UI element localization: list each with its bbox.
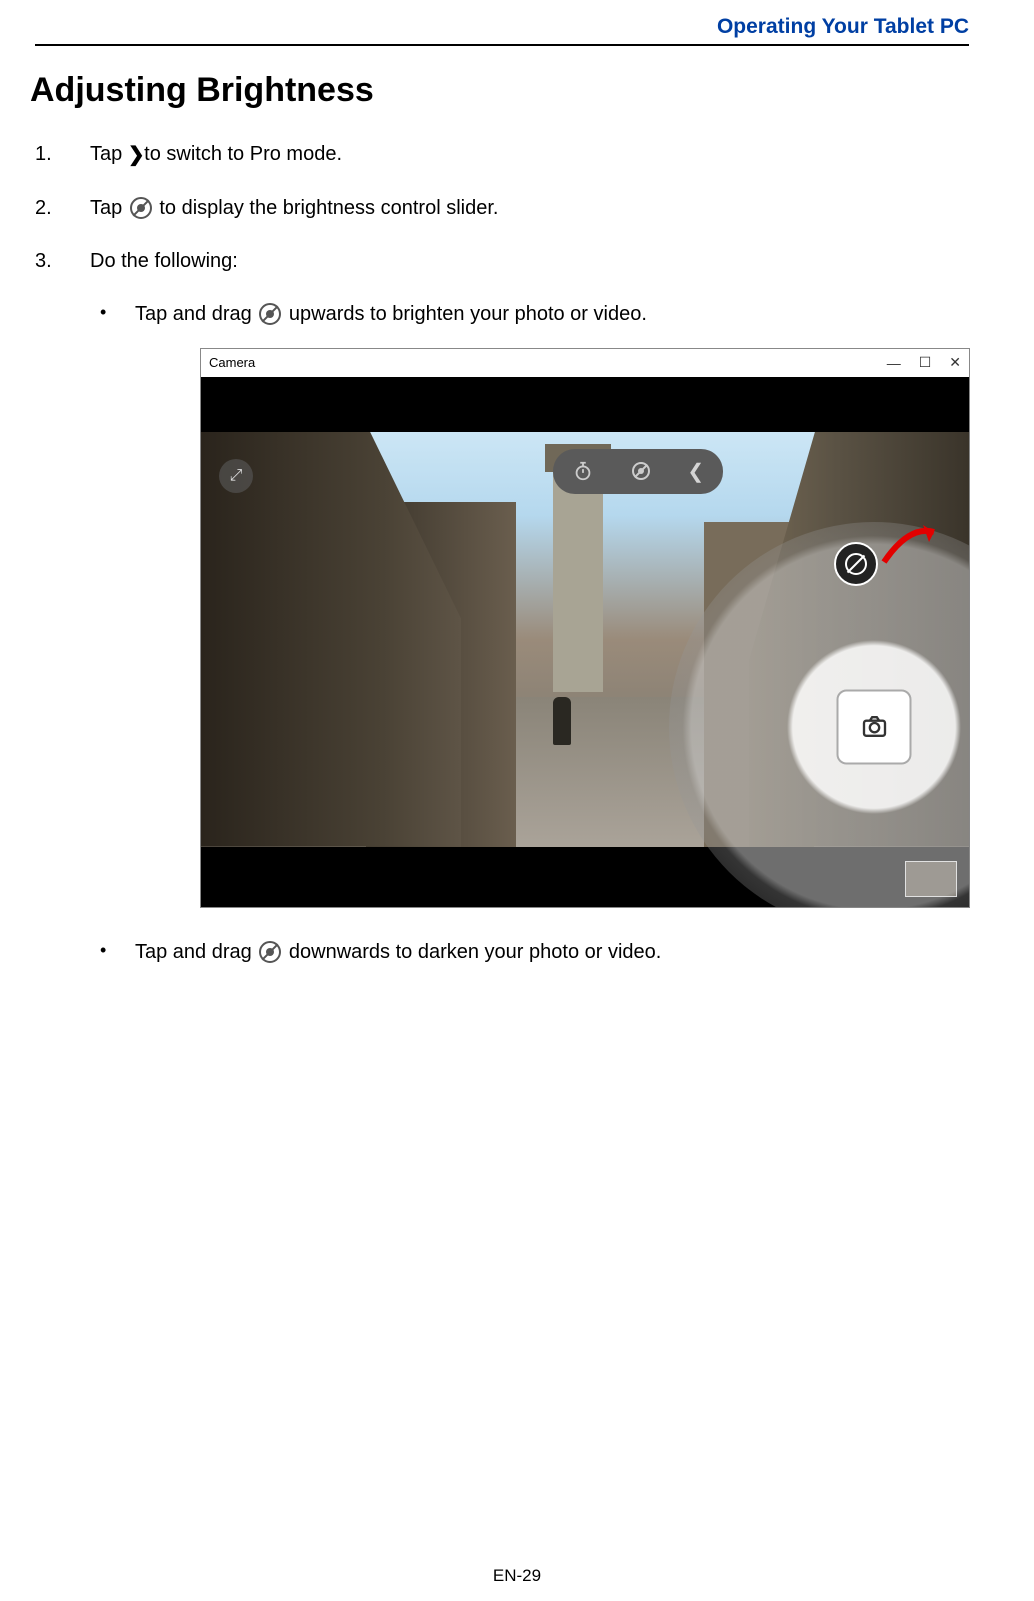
- camera-app-screenshot: Camera — ☐ ✕: [200, 348, 970, 908]
- step-1: 1. Tap ❯ to switch to Pro mode.: [35, 140, 969, 169]
- window-controls: — ☐ ✕: [887, 354, 961, 371]
- step-number: 2.: [35, 194, 90, 222]
- step-number: 1.: [35, 140, 90, 169]
- chevron-right-icon: ❯: [128, 141, 139, 169]
- brightness-control-icon[interactable]: [632, 462, 650, 480]
- step-2: 2. Tap to display the brightness control…: [35, 194, 969, 222]
- brightness-icon: [259, 941, 281, 963]
- step-3: 3. Do the following:: [35, 247, 969, 275]
- camera-viewport: ⤢ ❮: [201, 377, 969, 908]
- shutter-button[interactable]: [837, 689, 912, 764]
- step-text-before: Do the following:: [90, 250, 238, 272]
- bullet-text-before: Tap and drag: [135, 303, 257, 325]
- close-icon[interactable]: ✕: [949, 354, 961, 371]
- step-number: 3.: [35, 247, 90, 275]
- step-text-before: Tap: [90, 143, 128, 165]
- bullet-text-after: upwards to brighten your photo or video.: [283, 303, 647, 325]
- sub-bullet-list: • Tap and drag upwards to brighten your …: [100, 300, 969, 966]
- brightness-icon: [130, 197, 152, 219]
- bullet-marker: •: [100, 938, 135, 966]
- step-text: Do the following:: [90, 247, 969, 275]
- maximize-icon[interactable]: ☐: [919, 354, 932, 371]
- page-header: Operating Your Tablet PC: [35, 15, 969, 46]
- bullet-text-after: downwards to darken your photo or video.: [283, 941, 661, 963]
- page-footer: EN-29: [0, 1566, 1034, 1586]
- step-text: Tap to display the brightness control sl…: [90, 194, 969, 222]
- bullet-text: Tap and drag upwards to brighten your ph…: [135, 300, 969, 328]
- switch-camera-icon[interactable]: ⤢: [219, 459, 253, 493]
- instruction-list: 1. Tap ❯ to switch to Pro mode. 2. Tap t…: [35, 140, 969, 275]
- timer-icon[interactable]: [572, 460, 594, 482]
- bullet-marker: •: [100, 300, 135, 328]
- bullet-darken: • Tap and drag downwards to darken your …: [100, 938, 969, 966]
- window-title: Camera: [209, 355, 255, 370]
- step-text: Tap ❯ to switch to Pro mode.: [90, 140, 969, 169]
- brightness-dial[interactable]: [669, 522, 970, 908]
- step-text-before: Tap: [90, 197, 128, 219]
- brightness-icon: [259, 303, 281, 325]
- bullet-text-before: Tap and drag: [135, 941, 257, 963]
- section-heading: Adjusting Brightness: [30, 71, 969, 110]
- brightness-handle[interactable]: [834, 542, 878, 586]
- chevron-left-icon[interactable]: ❮: [687, 459, 704, 484]
- step-text-after: to display the brightness control slider…: [154, 197, 499, 219]
- arrow-annotation-icon: [879, 520, 949, 570]
- bullet-text: Tap and drag downwards to darken your ph…: [135, 938, 969, 966]
- bullet-brighten: • Tap and drag upwards to brighten your …: [100, 300, 969, 328]
- minimize-icon[interactable]: —: [887, 355, 901, 371]
- window-title-bar: Camera — ☐ ✕: [201, 349, 969, 377]
- camera-toolbar: ❮: [553, 449, 723, 494]
- step-text-after: to switch to Pro mode.: [139, 143, 342, 165]
